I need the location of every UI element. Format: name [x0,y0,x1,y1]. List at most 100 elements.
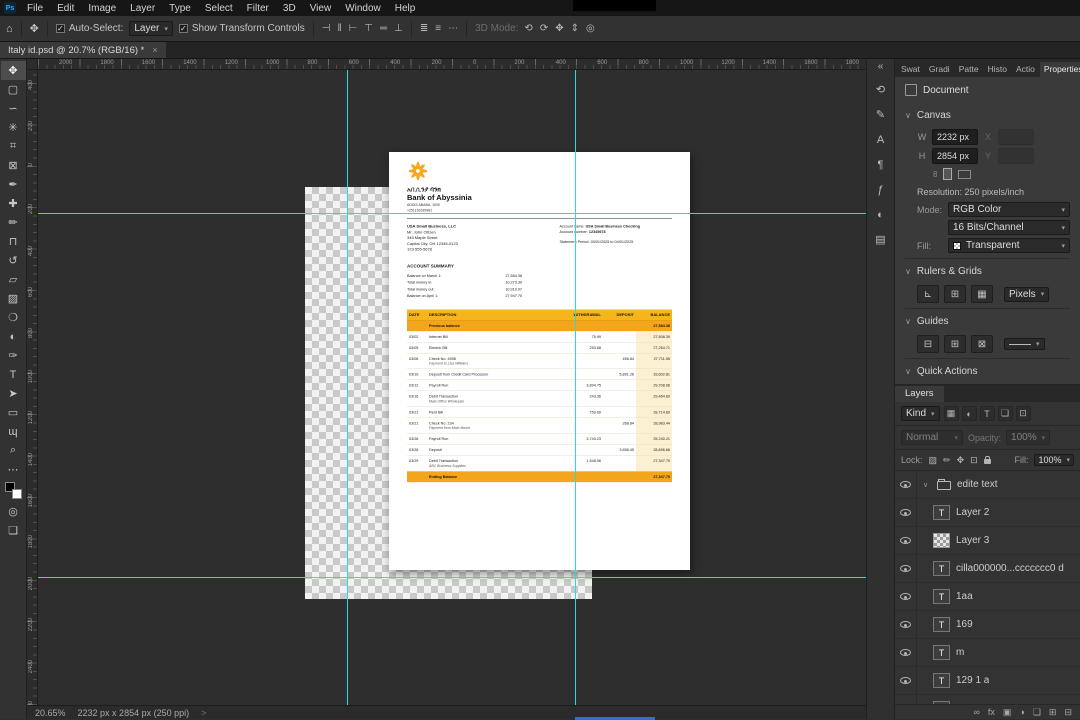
chevron-down-icon[interactable]: ∨ [905,317,911,326]
toggle-guides-icon[interactable]: ⊟ [917,335,939,353]
vertical-ruler[interactable]: 400 200 0 200 400 600 800 1000 1200 1400 1600 1800 2… [27,70,38,705]
bit-depth-dropdown[interactable]: 16 Bits/Channel ▾ [948,220,1070,235]
auto-select-target-dropdown[interactable]: Layer ▾ [129,21,173,36]
delete-layer-icon[interactable]: ⊟ [1064,707,1072,718]
hand-tool[interactable]: ɰ [1,422,26,441]
align-center-horizontal-icon[interactable]: ‖ [337,23,341,34]
height-field[interactable]: 2854 px [932,148,978,164]
layer-visibility-cell[interactable] [895,695,917,704]
menu-edit[interactable]: Edit [50,3,81,14]
zoom-level[interactable]: 20.65% [35,708,66,718]
healing-brush-tool[interactable]: ✚ [1,194,26,213]
tab-properties[interactable]: Properties [1039,62,1080,77]
menu-filter[interactable]: Filter [240,3,276,14]
tab-patte[interactable]: Patte [955,62,983,77]
layer-main[interactable]: T 129 1 a [917,673,989,688]
brush-settings-panel-icon[interactable]: ✎ [869,102,893,127]
layer-row[interactable]: Layer 3 [895,527,1080,555]
filter-shape-layers-icon[interactable]: ❏ [997,406,1013,421]
eye-icon[interactable] [900,649,911,656]
paragraph-panel-icon[interactable]: ¶ [869,152,893,177]
layer-name[interactable]: cilla000000...ccccccc0 d [956,563,1064,574]
quick-selection-tool[interactable]: ✳ [1,118,26,137]
frame-tool[interactable]: ⊠ [1,156,26,175]
layer-style-icon[interactable]: fx [988,707,995,717]
eraser-tool[interactable]: ▱ [1,270,26,289]
3d-scale-icon[interactable]: ◎ [586,23,595,34]
toggle-rulers-icon[interactable]: ⊾ [917,285,939,303]
layer-row[interactable]: T 1aa [895,583,1080,611]
filter-adjustment-layers-icon[interactable]: ◐ [961,406,977,421]
link-layers-icon[interactable]: ∞ [973,707,979,717]
layer-visibility-cell[interactable] [895,667,917,694]
layer-name[interactable]: 129 1 a [956,675,989,686]
layer-row[interactable]: T01.01.1990 [895,695,1080,704]
layer-visibility-cell[interactable] [895,471,917,498]
path-selection-tool[interactable]: ➤ [1,384,26,403]
guide-vertical-1[interactable] [347,70,348,705]
color-swatches[interactable] [4,482,22,499]
gradient-tool[interactable]: ▨ [1,289,26,308]
more-align-options-icon[interactable]: ⋯ [448,23,458,34]
eye-icon[interactable] [900,537,911,544]
canvas-fill-dropdown[interactable]: Transparent ▾ [948,238,1070,253]
layer-visibility-cell[interactable] [895,611,917,638]
menu-help[interactable]: Help [388,3,423,14]
checkbox-icon[interactable]: ✓ [178,24,188,33]
toggle-pixel-grid-icon[interactable]: ▦ [971,285,993,303]
checkbox-icon[interactable]: ✓ [55,24,65,33]
layer-main[interactable]: Tcilla000000...ccccccc0 d [917,561,1064,576]
pasteboard[interactable]: አቢሲንያ ባንክ Bank of Abyssinia ADDIS ABABA,… [38,70,866,705]
eye-icon[interactable] [900,509,911,516]
adjustments-panel-icon[interactable]: ◐ [869,202,893,227]
guide-style-dropdown[interactable]: ▾ [1004,338,1045,350]
lock-pixels-icon[interactable]: ✏ [943,455,951,466]
chevron-down-icon[interactable]: ∨ [905,111,911,120]
menu-view[interactable]: View [303,3,339,14]
glyphs-panel-icon[interactable]: ƒ [869,177,893,202]
layer-row[interactable]: T 169 [895,611,1080,639]
menu-select[interactable]: Select [198,3,240,14]
clone-stamp-tool[interactable]: ⊓ [1,232,26,251]
guide-vertical-2[interactable] [575,70,576,705]
align-bottom-icon[interactable]: ⊥ [394,23,403,34]
status-chevron-icon[interactable]: > [201,708,206,718]
filter-type-layers-icon[interactable]: T [979,406,995,421]
edit-toolbar-button[interactable]: ⋯ [1,460,26,479]
lock-position-icon[interactable]: ✥ [957,455,965,466]
character-panel-icon[interactable]: A [869,127,893,152]
horizontal-ruler[interactable]: 2000 1800 1600 1400 1200 1000 800 600 400 200 0 200… [38,59,866,70]
eye-icon[interactable] [900,481,911,488]
menu-layer[interactable]: Layer [123,3,162,14]
layer-thumbnail[interactable] [933,533,950,548]
chevron-down-icon[interactable]: ∨ [905,367,911,376]
crop-tool[interactable]: ⌗ [1,137,26,156]
3d-drag-icon[interactable]: ✥ [555,23,563,34]
eye-icon[interactable] [900,621,911,628]
layer-visibility-cell[interactable] [895,639,917,666]
3d-slide-icon[interactable]: ⇕ [571,23,579,34]
width-field[interactable]: 2232 px [932,129,978,145]
tab-actio[interactable]: Actio [1012,62,1039,77]
color-mode-dropdown[interactable]: RGB Color ▾ [948,202,1070,217]
layer-row[interactable]: Tm [895,639,1080,667]
layer-main[interactable]: T 1aa [917,589,973,604]
marquee-tool[interactable]: ▢ [1,80,26,99]
filter-pixel-layers-icon[interactable]: ▦ [943,406,959,421]
tab-layers[interactable]: Layers [895,386,944,402]
adjustment-layer-icon[interactable]: ◑ [1019,707,1024,717]
home-icon[interactable]: ⌂ [6,23,13,35]
toggle-grid-icon[interactable]: ⊞ [944,285,966,303]
menu-file[interactable]: File [20,3,50,14]
layer-visibility-cell[interactable] [895,583,917,610]
menu-3d[interactable]: 3D [276,3,303,14]
lasso-tool[interactable]: ∽ [1,99,26,118]
pen-tool[interactable]: ✑ [1,346,26,365]
eyedropper-tool[interactable]: ✒ [1,175,26,194]
blur-tool[interactable]: ❍ [1,308,26,327]
new-layer-icon[interactable]: ⊞ [1049,707,1057,718]
libraries-panel-icon[interactable]: ▤ [869,227,893,252]
type-tool[interactable]: T [1,365,26,384]
layer-main[interactable]: T Layer 2 [917,505,989,520]
rectangle-tool[interactable]: ▭ [1,403,26,422]
